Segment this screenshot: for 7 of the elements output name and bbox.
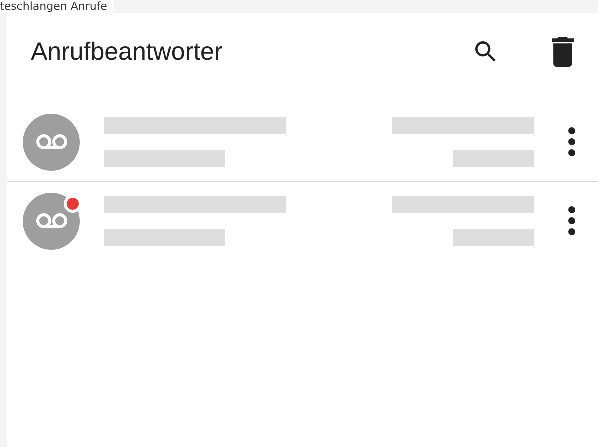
page-title: Anrufbeantworter — [31, 38, 224, 66]
more-vertical-icon — [568, 206, 576, 236]
voicemail-icon — [34, 212, 68, 230]
section-title: teschlangen Anrufe — [0, 0, 114, 13]
voicemail-icon — [34, 133, 68, 151]
more-vertical-icon — [568, 127, 576, 157]
trash-icon — [552, 37, 574, 67]
